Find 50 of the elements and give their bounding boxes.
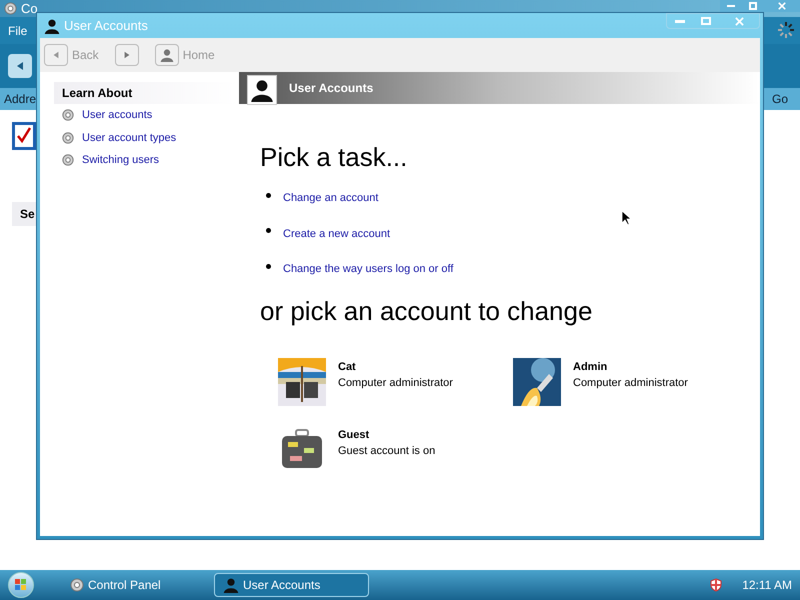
window-title: User Accounts	[64, 16, 148, 35]
back-arrow-icon	[52, 51, 60, 59]
sidebar-link[interactable]: User account types	[82, 130, 176, 146]
user-icon	[247, 75, 277, 105]
account-type: Computer administrator	[573, 376, 688, 391]
clock: 12:11 AM	[742, 577, 792, 594]
taskbar-button[interactable]: Control Panel	[62, 573, 202, 597]
account-tile[interactable]: Admin Computer administrator	[513, 358, 713, 406]
shield-icon	[710, 578, 722, 592]
close-button[interactable]	[764, 0, 800, 12]
close-icon	[734, 16, 744, 26]
user-icon	[44, 18, 60, 34]
account-name: Cat	[338, 360, 357, 374]
windows-logo-icon	[15, 579, 27, 591]
user-icon	[223, 577, 239, 593]
menu-item[interactable]: File	[8, 22, 28, 40]
account-type: Guest account is on	[338, 444, 436, 459]
go-button[interactable]: Go	[764, 90, 796, 108]
bullet-icon	[266, 228, 271, 234]
account-name: Admin	[573, 360, 608, 374]
account-heading: or pick an account to change	[260, 296, 594, 326]
forward-arrow-icon	[122, 51, 131, 59]
task-link[interactable]: Create a new account	[283, 226, 390, 242]
banner-title: User Accounts	[289, 80, 374, 97]
account-type: Computer administrator	[338, 376, 453, 391]
checklist-icon	[12, 122, 36, 150]
task-link[interactable]: Change an account	[283, 190, 378, 206]
account-tile[interactable]: Guest Guest account is on	[278, 426, 513, 474]
task-link[interactable]: Change the way users log on or off	[283, 261, 454, 278]
minimize-button[interactable]	[720, 0, 742, 12]
close-icon	[778, 2, 786, 10]
loading-spinner-icon	[776, 20, 796, 40]
back-button[interactable]	[8, 54, 32, 78]
sidebar-link[interactable]: Switching users	[82, 152, 160, 168]
bullet-icon	[266, 192, 271, 198]
account-tile[interactable]: Cat Computer administrator	[278, 358, 513, 406]
forward-button[interactable]	[114, 44, 139, 66]
taskbar-button[interactable]: User Accounts	[214, 573, 369, 597]
sidebar-link[interactable]: User accounts	[82, 107, 152, 124]
task-heading: Pick a task...	[260, 142, 408, 172]
back-arrow-icon	[15, 61, 25, 71]
mouse-pointer-icon	[621, 210, 631, 226]
sidebar-heading: Learn About	[62, 85, 132, 102]
window-title: Co	[21, 0, 38, 18]
user-icon	[160, 48, 174, 62]
start-button[interactable]	[8, 572, 34, 598]
section-heading: Se	[20, 206, 35, 223]
account-name: Guest	[338, 428, 370, 442]
address-label: Addre	[4, 91, 36, 108]
bullet-icon	[266, 264, 271, 269]
